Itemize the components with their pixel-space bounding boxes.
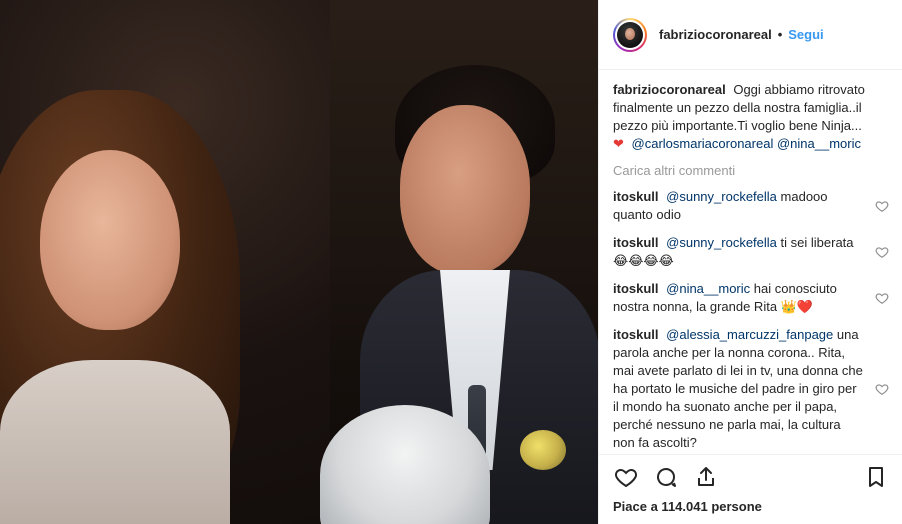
photo-man-face [400, 105, 530, 275]
comment-like-heart-icon[interactable] [875, 291, 889, 305]
caption-mention-2[interactable]: @nina__moric [777, 136, 861, 151]
comment-username-link[interactable]: itoskull [613, 327, 659, 342]
caption-mention-1[interactable]: @carlosmariacoronareal [632, 136, 774, 151]
photo-boutonniere [520, 430, 566, 470]
follow-button[interactable]: Segui [788, 27, 823, 42]
comment-item: itoskull @sunny_rockefella madooo quanto… [613, 188, 889, 224]
comment-username-link[interactable]: itoskull [613, 235, 659, 250]
caption-heart-emoji: ❤ [613, 136, 624, 151]
instagram-post-modal: fabriziocoronareal • Segui fabriziocoron… [0, 0, 902, 524]
comment-button[interactable] [653, 464, 679, 490]
post-actions: Piace a 114.041 persone [599, 454, 902, 524]
share-button[interactable] [693, 464, 719, 490]
comment-mention[interactable]: @sunny_rockefella [666, 189, 777, 204]
post-caption: fabriziocoronareal Oggi abbiamo ritrovat… [613, 81, 889, 153]
comment-mention[interactable]: @nina__moric [666, 281, 750, 296]
post-header: fabriziocoronareal • Segui [599, 0, 902, 70]
profile-avatar-ring [615, 19, 645, 50]
speech-bubble-icon [657, 468, 676, 487]
profile-avatar[interactable] [613, 17, 647, 52]
action-icons-row [613, 463, 889, 491]
caption-username-link[interactable]: fabriziocoronareal [613, 82, 726, 97]
header-separator: • [777, 27, 783, 42]
like-button[interactable] [613, 464, 639, 490]
comment-username-link[interactable]: itoskull [613, 281, 659, 296]
header-text: fabriziocoronareal • Segui [659, 27, 824, 42]
comment-like-heart-icon[interactable] [875, 382, 889, 396]
post-side-panel: fabriziocoronareal • Segui fabriziocoron… [598, 0, 902, 524]
save-button[interactable] [863, 464, 889, 490]
comment-item: itoskull @sunny_rockefella ti sei libera… [613, 234, 889, 270]
comment-item: itoskull @nina__moric hai conosciuto nos… [613, 280, 889, 316]
comments-list[interactable]: fabriziocoronareal Oggi abbiamo ritrovat… [599, 71, 902, 454]
photo-woman-face [40, 150, 180, 330]
comment-like-heart-icon[interactable] [875, 199, 889, 213]
profile-avatar-image [617, 21, 643, 48]
comment-text: una parola anche per la nonna corona.. R… [613, 327, 863, 450]
photo-woman-dress [0, 360, 230, 524]
comment-username-link[interactable]: itoskull [613, 189, 659, 204]
post-photo[interactable] [0, 0, 598, 524]
heart-icon [614, 468, 638, 488]
comment-like-heart-icon[interactable] [875, 245, 889, 259]
share-upload-icon [698, 467, 714, 486]
comment-mention[interactable]: @sunny_rockefella [666, 235, 777, 250]
load-more-comments[interactable]: Carica altri commenti [613, 163, 889, 178]
comment-mention[interactable]: @alessia_marcuzzi_fanpage [666, 327, 833, 342]
comment-item: itoskull @alessia_marcuzzi_fanpage una p… [613, 326, 889, 452]
header-username-link[interactable]: fabriziocoronareal [659, 27, 772, 42]
likes-count[interactable]: Piace a 114.041 persone [613, 499, 889, 514]
bookmark-icon [869, 467, 883, 487]
